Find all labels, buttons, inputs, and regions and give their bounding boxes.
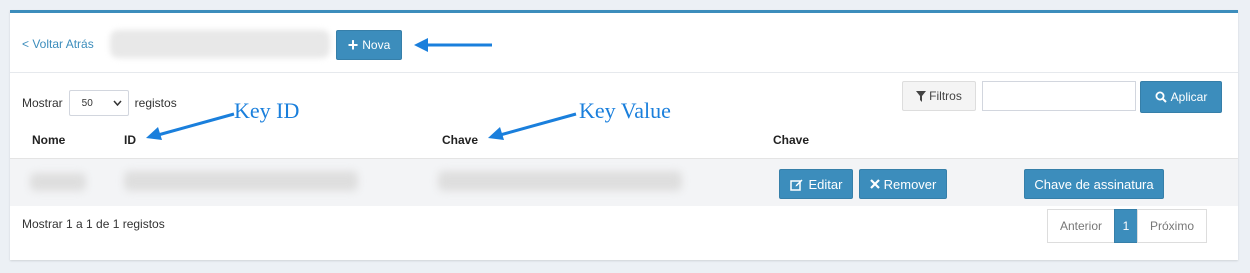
- page-length-select[interactable]: 50: [68, 90, 129, 116]
- plus-icon: +: [347, 35, 359, 55]
- edit-label: Editar: [808, 176, 843, 192]
- remove-button[interactable]: Remover: [859, 169, 947, 199]
- redacted-title: [110, 30, 330, 58]
- new-button[interactable]: + Nova: [336, 30, 402, 60]
- redacted-name: [30, 173, 86, 191]
- filters-button[interactable]: Filtros: [902, 81, 976, 111]
- pagination-previous[interactable]: Anterior: [1047, 209, 1115, 243]
- search-input[interactable]: [982, 81, 1136, 111]
- show-label: Mostrar: [22, 96, 63, 110]
- pagination: Anterior 1 Próximo: [1047, 209, 1207, 243]
- search-icon: [1155, 91, 1167, 103]
- pagination-next[interactable]: Próximo: [1137, 209, 1207, 243]
- column-header-name[interactable]: Nome: [32, 133, 65, 147]
- filters-label: Filtros: [929, 89, 962, 103]
- table-row: Editar Remover Chave de assinatura: [10, 158, 1238, 206]
- annotation-key-id: Key ID: [234, 98, 300, 123]
- pagination-page-1[interactable]: 1: [1114, 209, 1138, 243]
- apply-label: Aplicar: [1170, 90, 1208, 104]
- chevron-down-icon: [113, 100, 122, 106]
- filter-icon: [916, 90, 927, 102]
- records-info: Mostrar 1 a 1 de 1 registos: [22, 217, 165, 231]
- column-header-key-actions: Chave: [773, 133, 810, 147]
- remove-label: Remover: [883, 176, 937, 192]
- redacted-key: [438, 171, 682, 191]
- apply-button[interactable]: Aplicar: [1140, 81, 1222, 113]
- new-button-label: Nova: [362, 38, 391, 52]
- redacted-id: [124, 171, 358, 191]
- signature-key-button[interactable]: Chave de assinatura: [1024, 169, 1164, 199]
- annotation-key-value: Key Value: [579, 98, 671, 123]
- column-header-key[interactable]: Chave: [442, 133, 478, 147]
- page-length-control: Mostrar 50 registos: [22, 90, 177, 116]
- column-header-id[interactable]: ID: [124, 133, 136, 147]
- keys-panel: < Voltar Atrás + Nova Mostrar 50 registo…: [10, 10, 1238, 260]
- arrow-icon: [414, 38, 492, 52]
- arrow-icon: [488, 112, 577, 140]
- times-icon: [869, 179, 880, 189]
- edit-icon: [789, 179, 803, 191]
- back-link[interactable]: < Voltar Atrás: [22, 37, 94, 51]
- edit-button[interactable]: Editar: [779, 169, 853, 199]
- header-bar: < Voltar Atrás + Nova: [10, 13, 1238, 73]
- page-length-value: 50: [81, 97, 93, 109]
- records-label: registos: [134, 96, 177, 110]
